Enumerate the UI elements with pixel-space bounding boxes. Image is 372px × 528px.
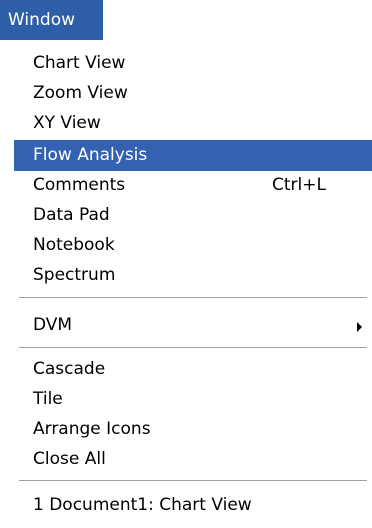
menu-item-label: Tile (33, 389, 63, 409)
menu-item-comments[interactable]: Comments Ctrl+L (14, 170, 372, 201)
menu-item-label: Notebook (33, 235, 115, 255)
menu-separator (19, 480, 367, 482)
menu-item-zoom-view[interactable]: Zoom View (14, 78, 372, 109)
menu-item-label: Comments (33, 175, 126, 195)
menu-item-label: XY View (33, 113, 101, 133)
menu-separator (19, 347, 367, 349)
window-menu-title[interactable]: Window (0, 0, 103, 40)
menu-item-label: Close All (33, 449, 106, 469)
menu-item-data-pad[interactable]: Data Pad (14, 200, 372, 231)
menu-item-arrange-icons[interactable]: Arrange Icons (14, 414, 372, 445)
menu-item-recent-document[interactable]: 1 Document1: Chart View (14, 490, 372, 521)
window-dropdown-menu: Chart View Zoom View XY View Flow Analys… (14, 40, 372, 528)
menu-item-label: Data Pad (33, 205, 110, 225)
menu-item-shortcut: Ctrl+L (272, 175, 326, 195)
menu-item-flow-analysis[interactable]: Flow Analysis (14, 140, 372, 171)
menu-item-label: Zoom View (33, 83, 128, 103)
menu-item-close-all[interactable]: Close All (14, 444, 372, 475)
menu-item-chart-view[interactable]: Chart View (14, 48, 372, 79)
menu-item-label: Arrange Icons (33, 419, 151, 439)
menu-separator (19, 297, 367, 299)
menu-item-label: 1 Document1: Chart View (33, 495, 252, 515)
menu-item-label: Cascade (33, 359, 106, 379)
menu-item-xy-view[interactable]: XY View (14, 108, 372, 139)
menu-item-label: Spectrum (33, 265, 116, 285)
menu-item-spectrum[interactable]: Spectrum (14, 260, 372, 291)
menu-item-notebook[interactable]: Notebook (14, 230, 372, 261)
menu-item-cascade[interactable]: Cascade (14, 354, 372, 385)
menu-item-label: Chart View (33, 53, 126, 73)
menu-item-label: Flow Analysis (33, 145, 148, 165)
menu-item-dvm[interactable]: DVM (14, 310, 372, 341)
menu-item-label: DVM (33, 315, 73, 335)
submenu-arrow-icon (357, 322, 362, 332)
menu-item-tile[interactable]: Tile (14, 384, 372, 415)
